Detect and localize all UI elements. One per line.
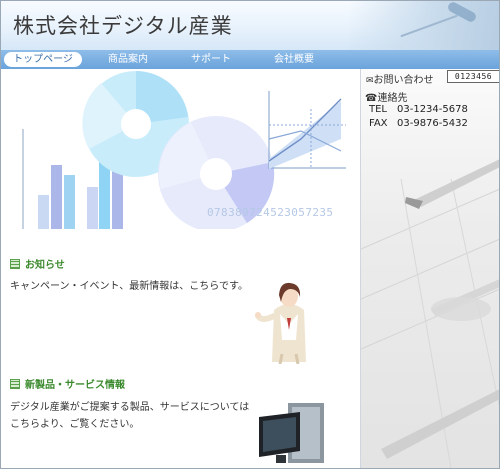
sidebar: ✉お問い合わせ 0123456 ☎連絡先 TEL 03-1234-5678 FAX… xyxy=(360,69,499,468)
section-bullet-icon xyxy=(10,259,20,269)
nav-item-products[interactable]: 商品案内 xyxy=(98,50,158,69)
mail-icon: ✉ xyxy=(366,76,374,86)
contact-numbers: TEL 03-1234-5678 FAX 03-9876-5432 xyxy=(369,103,468,131)
header: 株式会社デジタル産業 xyxy=(1,1,499,50)
products-text-line: こちらより、ご覧ください。 xyxy=(10,419,140,430)
section-bullet-icon xyxy=(10,379,20,389)
fax-value: 03-9876-5432 xyxy=(397,118,468,129)
nav-item-support[interactable]: サポート xyxy=(181,50,241,69)
contact-heading: ✉お問い合わせ xyxy=(366,71,434,86)
products-text: デジタル産業がご提案する製品、サービスについては こちらより、ご覧ください。 xyxy=(10,399,249,433)
fax-row: FAX 03-9876-5432 xyxy=(369,117,468,131)
line-decoration xyxy=(400,14,458,38)
section-title-label: 新製品・サービス情報 xyxy=(25,380,125,391)
nav-item-top[interactable]: トップページ xyxy=(4,52,82,67)
products-text-line: デジタル産業がご提案する製品、サービスについては xyxy=(10,402,250,413)
header-decoration xyxy=(349,1,499,50)
hero-illustration xyxy=(22,71,346,229)
news-text: キャンペーン・イベント、最新情報は、こちらです。 xyxy=(10,278,248,295)
global-nav: トップページ 商品案内 サポート 会社概要 xyxy=(1,50,499,69)
section-title-new-products: 新製品・サービス情報 xyxy=(10,376,125,391)
hero-number-text: 078389724523057235 xyxy=(207,206,334,219)
contact-heading-label: お問い合わせ xyxy=(373,75,434,86)
line-graph-illustration xyxy=(268,91,346,169)
section-title-news: お知らせ xyxy=(10,256,65,271)
receptionist-illustration xyxy=(255,282,306,364)
access-counter: 0123456 xyxy=(447,70,499,83)
computer-illustration xyxy=(259,403,324,463)
fax-key: FAX xyxy=(369,118,388,129)
tel-key: TEL xyxy=(369,104,387,115)
tel-value: 03-1234-5678 xyxy=(397,104,468,115)
nav-item-company[interactable]: 会社概要 xyxy=(264,50,324,69)
news-text-line: キャンペーン・イベント、最新情報は、こちらです。 xyxy=(10,281,248,292)
page-frame: 株式会社デジタル産業 トップページ 商品案内 サポート 会社概要 0783897… xyxy=(0,0,500,469)
pen-decoration xyxy=(446,1,478,24)
contact-label: ☎連絡先 xyxy=(365,89,407,104)
tel-row: TEL 03-1234-5678 xyxy=(369,103,468,117)
site-title[interactable]: 株式会社デジタル産業 xyxy=(13,10,233,40)
section-title-label: お知らせ xyxy=(25,260,65,271)
